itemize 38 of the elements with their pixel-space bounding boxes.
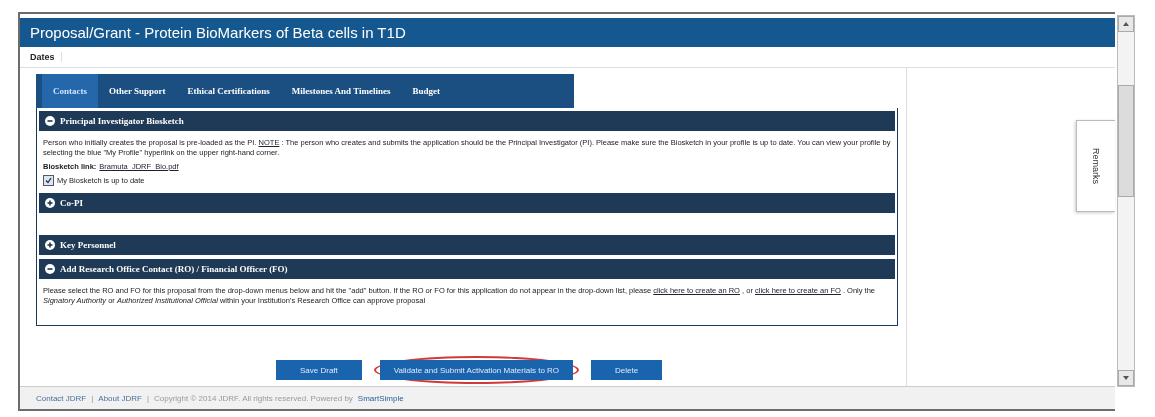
section-header[interactable]: Add Research Office Contact (RO) / Financial Officer (FO): [39, 259, 895, 279]
section-title: Principal Investigator Biosketch: [60, 116, 184, 126]
action-button[interactable]: Validate and Submit Activation Materials to RO: [379, 360, 574, 380]
tab[interactable]: Other Support: [98, 74, 177, 108]
checkbox[interactable]: [43, 175, 54, 186]
tab[interactable]: Contacts: [42, 74, 98, 108]
up-arrow-icon: [1123, 22, 1129, 26]
scroll-down-button[interactable]: [1118, 370, 1134, 386]
footer-link[interactable]: Contact JDRF: [36, 393, 87, 403]
section-header[interactable]: Principal Investigator Biosketch: [39, 111, 895, 131]
tab[interactable]: Budget: [401, 74, 452, 108]
expand-icon[interactable]: [45, 198, 55, 208]
collapse-icon[interactable]: [45, 264, 55, 274]
footer-link[interactable]: About JDRF: [98, 393, 142, 403]
action-button[interactable]: Delete: [591, 360, 663, 380]
section-header[interactable]: Co-PI: [39, 193, 895, 213]
footer-link[interactable]: SmartSimple: [357, 393, 404, 403]
tab[interactable]: Milestones And Timelines: [280, 74, 402, 108]
window-title: Proposal/Grant - Protein BioMarkers of Beta cells in T1D: [20, 18, 1115, 47]
scroll-up-button[interactable]: [1118, 16, 1134, 32]
section-title: Key Personnel: [60, 240, 116, 250]
scroll-thumb[interactable]: [1118, 85, 1134, 197]
expand-icon[interactable]: [45, 240, 55, 250]
copyright-text: Copyright © 2014 JDRF. All rights reserved. Powered by: [153, 393, 353, 403]
side-tab[interactable]: Remarks: [1076, 120, 1115, 212]
section-title: Add Research Office Contact (RO) / Financial Officer (FO): [60, 264, 288, 274]
separator: |: [146, 393, 149, 403]
section-title: Co-PI: [60, 198, 83, 208]
scrollbar[interactable]: [1117, 15, 1135, 387]
collapse-icon[interactable]: [45, 116, 55, 126]
section-header[interactable]: Key Personnel: [39, 235, 895, 255]
action-button[interactable]: Save Draft: [276, 360, 362, 380]
tab[interactable]: Ethical Certifications: [176, 74, 281, 108]
dates-link[interactable]: Dates: [30, 52, 62, 62]
side-tab-label: Remarks: [1091, 148, 1101, 184]
down-arrow-icon: [1123, 376, 1129, 380]
separator: |: [91, 393, 94, 403]
checkmark-icon: [45, 177, 52, 184]
